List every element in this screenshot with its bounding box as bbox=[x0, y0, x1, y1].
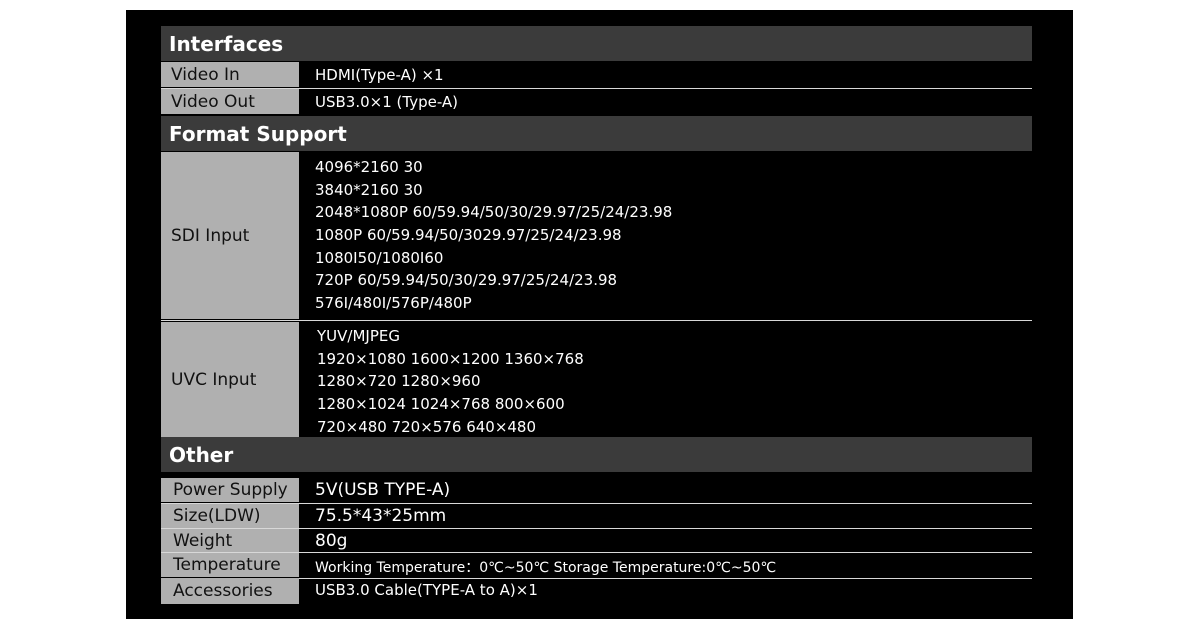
label-uvc-input: UVC Input bbox=[161, 322, 299, 437]
uvc-format-line: 720×480 720×576 640×480 bbox=[317, 417, 537, 436]
label-accessories: Accessories bbox=[161, 578, 299, 604]
row-divider bbox=[161, 320, 1032, 321]
value-video-in: HDMI(Type-A) ×1 bbox=[315, 65, 444, 84]
value-size: 75.5*43*25mm bbox=[315, 506, 447, 526]
label-power-supply: Power Supply bbox=[161, 478, 299, 502]
value-uvc-input-list: YUV/MJPEG 1920×1080 1600×1200 1360×768 1… bbox=[299, 325, 1032, 438]
sdi-format-line: 4096*2160 30 bbox=[315, 158, 423, 176]
value-accessories: USB3.0 Cable(TYPE-A to A)×1 bbox=[315, 581, 538, 599]
sdi-format-line: 576I/480I/576P/480P bbox=[315, 294, 472, 313]
label-sdi-input: SDI Input bbox=[161, 152, 299, 319]
sdi-format-line: 720P 60/59.94/50/30/29.97/25/24/23.98 bbox=[315, 271, 618, 290]
label-video-out: Video Out bbox=[161, 89, 299, 114]
uvc-format-line: 1280×720 1280×960 bbox=[317, 372, 481, 391]
uvc-format-line: 1280×1024 1024×768 800×600 bbox=[317, 395, 565, 414]
value-temperature: Working Temperature：0℃~50℃ Storage Tempe… bbox=[315, 560, 777, 576]
uvc-format-line: 1920×1080 1600×1200 1360×768 bbox=[317, 349, 584, 368]
section-header-other: Other bbox=[161, 437, 1032, 472]
value-power-supply: 5V(USB TYPE-A) bbox=[315, 480, 451, 500]
sdi-format-line: 1080I50/1080I60 bbox=[315, 248, 444, 267]
section-header-format-support: Format Support bbox=[161, 116, 1032, 151]
label-weight: Weight bbox=[161, 529, 299, 552]
label-size: Size(LDW) bbox=[161, 504, 299, 528]
value-weight: 80g bbox=[315, 530, 348, 551]
label-video-in: Video In bbox=[161, 62, 299, 87]
label-temperature: Temperature bbox=[161, 553, 299, 577]
value-sdi-input-list: 4096*2160 30 3840*2160 30 2048*1080P 60/… bbox=[299, 156, 1032, 315]
value-video-out: USB3.0×1 (Type-A) bbox=[315, 92, 459, 111]
section-header-interfaces: Interfaces bbox=[161, 26, 1032, 61]
sdi-format-line: 2048*1080P 60/59.94/50/30/29.97/25/24/23… bbox=[315, 203, 673, 222]
sdi-format-line: 3840*2160 30 bbox=[315, 180, 423, 199]
uvc-format-line: YUV/MJPEG bbox=[317, 327, 400, 345]
sdi-format-line: 1080P 60/59.94/50/3029.97/25/24/23.98 bbox=[315, 226, 622, 245]
